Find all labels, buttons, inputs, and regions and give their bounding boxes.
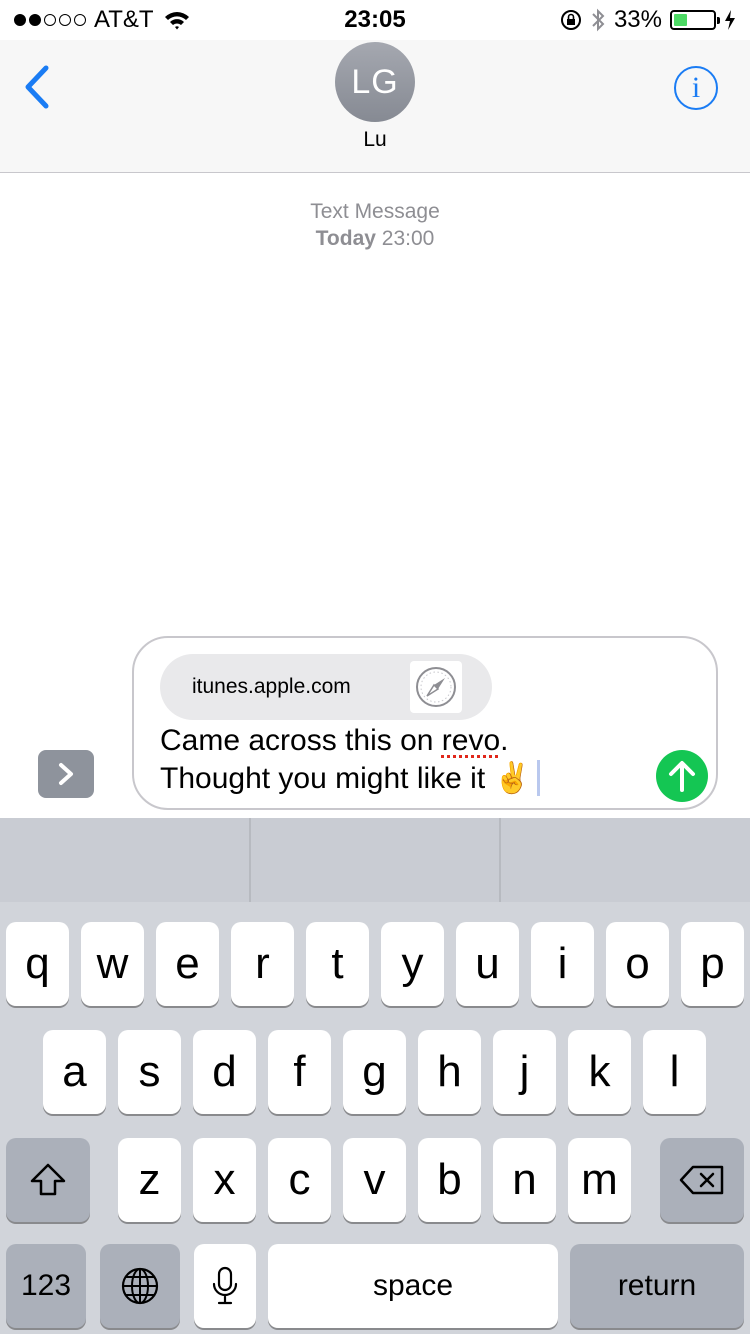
key-a[interactable]: a: [43, 1030, 106, 1114]
key-p[interactable]: p: [681, 922, 744, 1006]
delete-backspace-icon: [679, 1165, 724, 1195]
keyboard: 123 space return qwertyuiop asdfghjkl zxcv…: [0, 902, 750, 1334]
key-i[interactable]: i: [531, 922, 594, 1006]
charging-bolt-icon: [725, 10, 735, 30]
conversation-timestamp: Text Message Today 23:00: [0, 198, 750, 252]
key-n[interactable]: n: [493, 1138, 556, 1222]
suggestion-slot[interactable]: [0, 818, 251, 902]
misspelled-word[interactable]: revo: [442, 724, 500, 757]
contact-name[interactable]: Lu: [0, 128, 750, 152]
key-j[interactable]: j: [493, 1030, 556, 1114]
message-draft-text[interactable]: Came across this on revo. Thought you mi…: [160, 722, 540, 798]
battery-icon: [670, 10, 720, 30]
date-time-label: Today 23:00: [0, 225, 750, 252]
key-x[interactable]: x: [193, 1138, 256, 1222]
key-q[interactable]: q: [6, 922, 69, 1006]
key-h[interactable]: h: [418, 1030, 481, 1114]
numbers-key[interactable]: 123: [6, 1244, 86, 1328]
suggestion-slot[interactable]: [501, 818, 750, 902]
globe-key[interactable]: [100, 1244, 180, 1328]
expand-apps-button[interactable]: [38, 750, 94, 798]
key-y[interactable]: y: [381, 922, 444, 1006]
key-m[interactable]: m: [568, 1138, 631, 1222]
key-l[interactable]: l: [643, 1030, 706, 1114]
message-compose-field[interactable]: itunes.apple.com Came across this on rev…: [132, 636, 718, 810]
return-key[interactable]: return: [570, 1244, 744, 1328]
draft-line1-start: Came across this on: [160, 724, 442, 757]
key-g[interactable]: g: [343, 1030, 406, 1114]
text-cursor: [536, 760, 540, 796]
globe-icon: [121, 1267, 159, 1305]
conversation-header: LG Lu i: [0, 40, 750, 173]
key-e[interactable]: e: [156, 922, 219, 1006]
battery-level: [674, 14, 687, 26]
link-domain: itunes.apple.com: [192, 675, 351, 698]
service-label: Text Message: [310, 200, 440, 223]
dictation-key[interactable]: [194, 1244, 256, 1328]
key-k[interactable]: k: [568, 1030, 631, 1114]
key-z[interactable]: z: [118, 1138, 181, 1222]
draft-line2: Thought you might like it ✌️: [160, 762, 531, 795]
key-d[interactable]: d: [193, 1030, 256, 1114]
orientation-lock-icon: [560, 10, 581, 30]
bluetooth-icon: [592, 8, 605, 32]
key-o[interactable]: o: [606, 922, 669, 1006]
chevron-right-icon: [59, 763, 73, 785]
safari-compass-icon: [410, 661, 462, 713]
key-t[interactable]: t: [306, 922, 369, 1006]
space-key[interactable]: space: [268, 1244, 558, 1328]
key-v[interactable]: v: [343, 1138, 406, 1222]
link-preview[interactable]: itunes.apple.com: [160, 654, 492, 720]
day-label: Today: [315, 227, 376, 250]
draft-line1-end: .: [500, 724, 509, 757]
delete-key[interactable]: [660, 1138, 744, 1222]
key-r[interactable]: r: [231, 922, 294, 1006]
key-f[interactable]: f: [268, 1030, 331, 1114]
battery-percent: 33%: [613, 6, 662, 33]
back-chevron-icon[interactable]: [18, 62, 58, 112]
status-bar: AT&T 23:05 33%: [0, 0, 750, 40]
key-b[interactable]: b: [418, 1138, 481, 1222]
key-u[interactable]: u: [456, 922, 519, 1006]
predictive-text-bar: [0, 818, 750, 902]
microphone-icon: [212, 1266, 238, 1305]
time-label: 23:00: [381, 227, 435, 250]
contact-avatar[interactable]: LG: [335, 42, 415, 122]
key-s[interactable]: s: [118, 1030, 181, 1114]
suggestion-slot[interactable]: [251, 818, 502, 902]
send-button[interactable]: [656, 750, 708, 802]
info-button[interactable]: i: [674, 66, 718, 110]
key-c[interactable]: c: [268, 1138, 331, 1222]
key-w[interactable]: w: [81, 922, 144, 1006]
shift-arrow-icon: [30, 1163, 66, 1196]
shift-key[interactable]: [6, 1138, 90, 1222]
arrow-up-icon: [669, 761, 695, 792]
